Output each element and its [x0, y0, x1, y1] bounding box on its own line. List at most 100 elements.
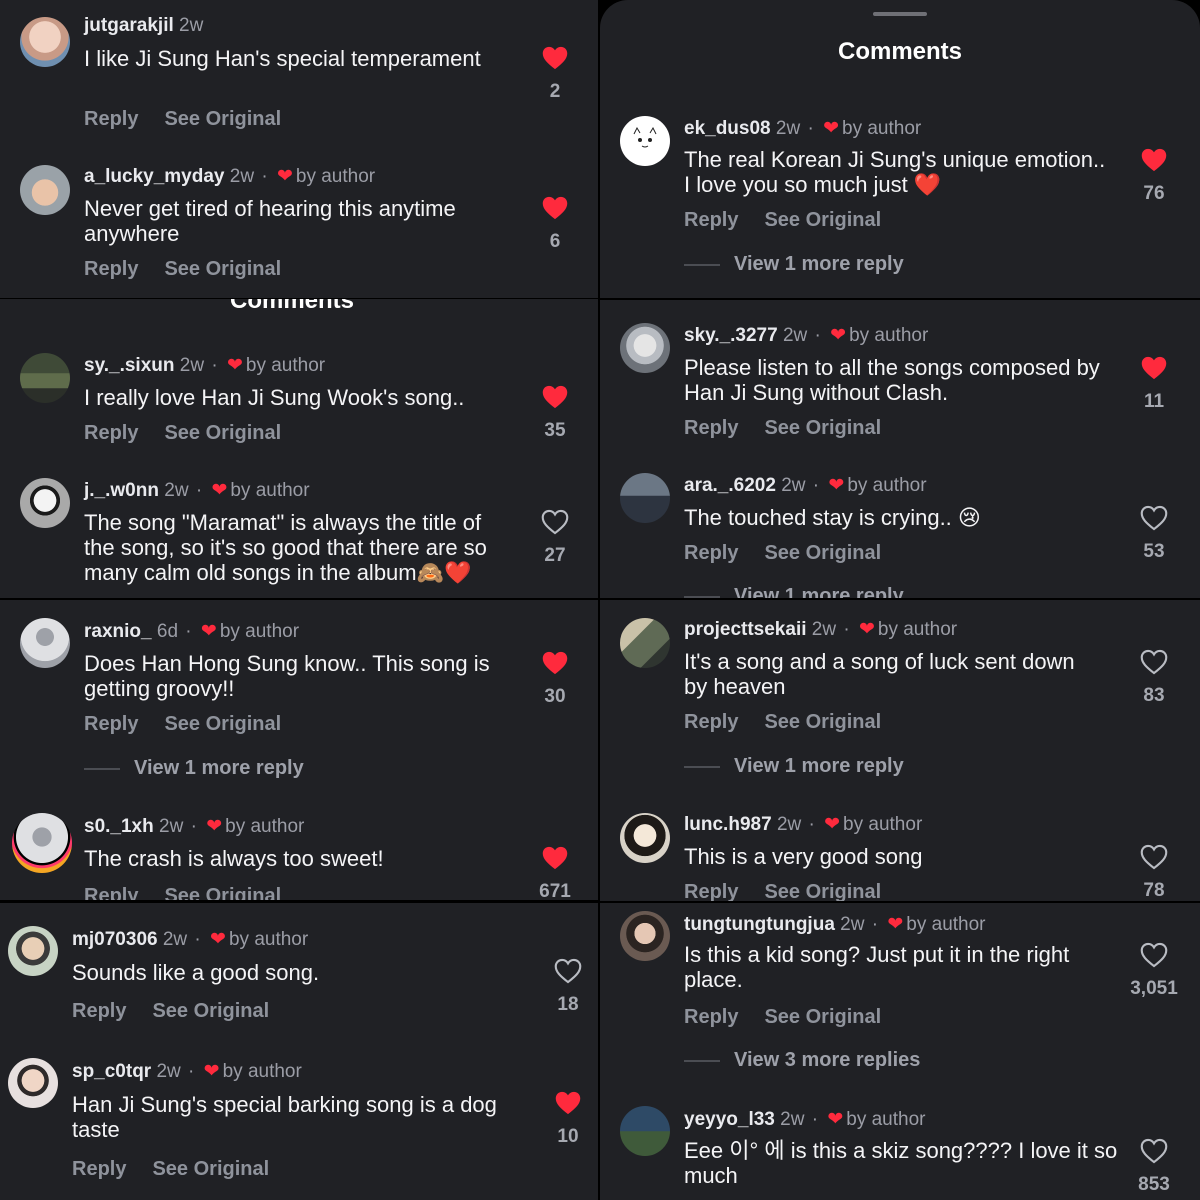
heart-outline-icon[interactable]: [541, 509, 569, 535]
heart-outline-icon[interactable]: [554, 958, 582, 984]
comment: projecttsekaii 2w · ❤ by author It's a so…: [600, 600, 1200, 795]
username[interactable]: tungtungtungjua: [684, 914, 835, 935]
reply-button[interactable]: Reply: [84, 258, 138, 280]
avatar[interactable]: [8, 1058, 58, 1108]
reply-button[interactable]: Reply: [684, 1006, 738, 1028]
like-control[interactable]: 10: [538, 1090, 598, 1148]
comment: a_lucky_myday 2w · ❤ by author Never get …: [0, 150, 598, 298]
view-more-replies-button[interactable]: View 3 more replies: [684, 1049, 920, 1072]
like-control[interactable]: 853: [1124, 1138, 1184, 1196]
heart-outline-icon[interactable]: [1140, 505, 1168, 531]
see-original-button[interactable]: See Original: [164, 108, 281, 130]
username[interactable]: jutgarakjil: [84, 15, 174, 36]
avatar[interactable]: [620, 323, 670, 373]
heart-outline-icon[interactable]: [1140, 649, 1168, 675]
like-control[interactable]: 35: [525, 384, 585, 442]
like-control[interactable]: 11: [1124, 355, 1184, 413]
view-more-replies-button[interactable]: View 1 more reply: [684, 755, 904, 778]
avatar[interactable]: [20, 165, 70, 215]
see-original-button[interactable]: See Original: [152, 1000, 269, 1022]
heart-filled-icon[interactable]: [541, 195, 569, 221]
heart-outline-icon[interactable]: [1140, 942, 1168, 968]
like-control[interactable]: 76: [1124, 147, 1184, 205]
reply-button[interactable]: Reply: [684, 542, 738, 564]
avatar[interactable]: [620, 618, 670, 668]
see-original-button[interactable]: See Original: [152, 1158, 269, 1180]
timestamp: 6d: [156, 621, 179, 642]
heart-filled-icon[interactable]: [1140, 355, 1168, 381]
username[interactable]: lunc.h987: [684, 814, 772, 835]
see-original-button[interactable]: See Original: [164, 713, 281, 735]
username[interactable]: j._.w0nn: [84, 480, 159, 501]
reply-button[interactable]: Reply: [684, 417, 738, 439]
username[interactable]: projecttsekaii: [684, 619, 807, 640]
avatar[interactable]: [620, 116, 670, 166]
see-original-button[interactable]: See Original: [764, 417, 881, 439]
see-original-button[interactable]: See Original: [764, 1006, 881, 1028]
see-original-button[interactable]: See Original: [764, 209, 881, 231]
see-original-button[interactable]: See Original: [164, 422, 281, 444]
reply-button[interactable]: Reply: [72, 1000, 126, 1022]
heart-filled-icon[interactable]: [541, 384, 569, 410]
avatar[interactable]: [8, 926, 58, 976]
like-control[interactable]: 30: [525, 650, 585, 708]
like-control[interactable]: 18: [538, 958, 598, 1016]
see-original-button[interactable]: See Original: [164, 258, 281, 280]
username[interactable]: sky._.3277: [684, 325, 778, 346]
heart-filled-icon[interactable]: [554, 1090, 582, 1116]
avatar[interactable]: [620, 473, 670, 523]
like-count: 76: [1143, 183, 1165, 204]
heart-filled-icon[interactable]: [541, 845, 569, 871]
username[interactable]: s0._1xh: [84, 816, 154, 837]
heart-filled-icon[interactable]: [541, 650, 569, 676]
timestamp: 2w: [229, 166, 255, 187]
username[interactable]: sp_c0tqr: [72, 1061, 151, 1082]
username[interactable]: a_lucky_myday: [84, 166, 225, 187]
reply-button[interactable]: Reply: [684, 209, 738, 231]
view-more-replies-button[interactable]: View 1 more reply: [684, 253, 904, 276]
view-more-replies-button[interactable]: View 1 more reply: [684, 585, 904, 598]
username[interactable]: sy._.sixun: [84, 355, 174, 376]
like-control[interactable]: 53: [1124, 505, 1184, 563]
see-original-button[interactable]: See Original: [764, 542, 881, 564]
like-control[interactable]: 2: [525, 45, 585, 103]
reply-button[interactable]: Reply: [684, 711, 738, 733]
see-original-button[interactable]: See Original: [764, 711, 881, 733]
reply-button[interactable]: Reply: [84, 422, 138, 444]
heart-filled-icon[interactable]: [1140, 147, 1168, 173]
username[interactable]: ek_dus08: [684, 118, 771, 139]
reply-button[interactable]: Reply: [84, 885, 138, 900]
heart-outline-icon[interactable]: [1140, 1138, 1168, 1164]
heart-filled-icon[interactable]: [541, 45, 569, 71]
timestamp: 2w: [811, 619, 837, 640]
reply-button[interactable]: Reply: [84, 713, 138, 735]
avatar[interactable]: [620, 813, 670, 863]
reply-button[interactable]: Reply: [84, 108, 138, 130]
avatar[interactable]: [20, 353, 70, 403]
author-heart-icon: ❤: [828, 475, 845, 496]
like-control[interactable]: 83: [1124, 649, 1184, 707]
username[interactable]: ara._.6202: [684, 475, 776, 496]
avatar[interactable]: [20, 618, 70, 668]
like-control[interactable]: 3,051: [1121, 942, 1187, 1000]
like-control[interactable]: 6: [525, 195, 585, 253]
reply-button[interactable]: Reply: [72, 1158, 126, 1180]
username[interactable]: yeyyo_l33: [684, 1109, 775, 1130]
avatar[interactable]: [20, 17, 70, 67]
username[interactable]: mj070306: [72, 929, 158, 950]
view-more-replies-button[interactable]: View 1 more reply: [84, 757, 304, 780]
avatar[interactable]: [12, 813, 72, 873]
like-control[interactable]: 27: [525, 509, 585, 567]
avatar[interactable]: [620, 1106, 670, 1156]
avatar[interactable]: [620, 911, 670, 961]
see-original-button[interactable]: See Original: [164, 885, 281, 900]
reply-button[interactable]: Reply: [684, 881, 738, 901]
like-control[interactable]: 671: [525, 845, 585, 900]
avatar[interactable]: [20, 478, 70, 528]
comment-text: The touched stay is crying.. 😢: [684, 505, 981, 530]
drag-handle[interactable]: [873, 12, 927, 16]
see-original-button[interactable]: See Original: [764, 881, 881, 901]
like-control[interactable]: 78: [1124, 844, 1184, 901]
heart-outline-icon[interactable]: [1140, 844, 1168, 870]
username[interactable]: raxnio_: [84, 621, 152, 642]
